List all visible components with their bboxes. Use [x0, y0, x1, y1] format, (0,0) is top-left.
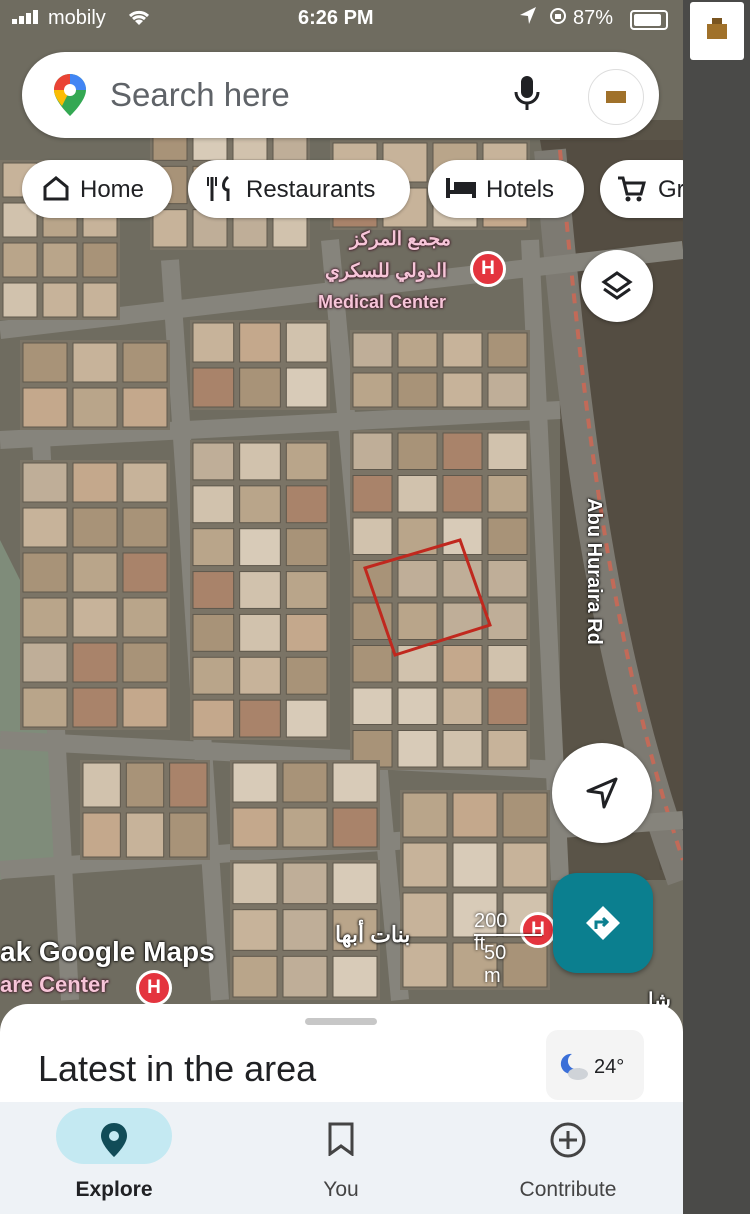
weather-moon-cloud-icon — [558, 1050, 590, 1087]
sheet-title: Latest in the area — [38, 1048, 317, 1089]
chip-hotels-label: Hotels — [486, 176, 555, 203]
map-label-medical-en: Medical Center — [318, 292, 447, 312]
nav-contribute[interactable]: Contribute — [488, 1102, 648, 1214]
scale-bar — [474, 934, 542, 936]
sheet-handle[interactable] — [305, 1018, 377, 1025]
rotation-lock-icon — [548, 6, 568, 32]
chip-groceries-label: Gr — [658, 176, 683, 203]
map-label-medical-ar-1: مجمع المركز — [350, 229, 451, 250]
chip-groceries[interactable]: Gr — [600, 160, 683, 218]
chip-home-label: Home — [80, 176, 145, 203]
my-location-button[interactable] — [552, 743, 652, 843]
scale-m: 50 m — [484, 942, 507, 987]
nav-contribute-label: Contribute — [519, 1178, 617, 1201]
directions-icon — [584, 904, 622, 947]
avatar-building-icon — [606, 91, 626, 103]
carrier-name: mobily — [48, 7, 106, 29]
chip-restaurants[interactable]: Restaurants — [188, 160, 410, 218]
directions-button[interactable] — [553, 873, 653, 973]
add-circle-icon — [550, 1122, 586, 1163]
weather-chip[interactable]: 24° — [546, 1030, 644, 1100]
profile-avatar[interactable] — [588, 69, 644, 125]
location-arrow-icon — [519, 6, 537, 32]
thumbnail-building-icon — [707, 18, 727, 39]
side-panel — [683, 0, 750, 1214]
status-time: 6:26 PM — [298, 7, 374, 29]
chip-home[interactable]: Home — [22, 160, 172, 218]
home-icon — [42, 174, 70, 209]
map-label-medical-ar-2: الدولي للسكري — [325, 261, 447, 282]
signal-icon — [12, 10, 44, 24]
hospital-marker-2[interactable]: H — [136, 970, 172, 1006]
battery-percent: 87% — [573, 7, 614, 29]
layers-icon — [601, 270, 633, 307]
search-bar[interactable]: Search here — [22, 52, 659, 138]
status-bar: mobily 6:26 PM 87% — [0, 0, 683, 38]
hotel-icon — [444, 174, 478, 209]
nav-explore[interactable]: Explore — [34, 1102, 194, 1214]
microphone-icon[interactable] — [512, 74, 542, 119]
search-placeholder[interactable]: Search here — [110, 76, 290, 114]
nav-you[interactable]: You — [261, 1102, 421, 1214]
chip-hotels[interactable]: Hotels — [428, 160, 584, 218]
hospital-marker-3[interactable]: H — [520, 912, 556, 948]
category-chips: Home Restaurants Hotels Gr — [0, 160, 683, 220]
hospital-marker[interactable]: H — [470, 251, 506, 287]
navigation-arrow-icon — [585, 776, 619, 815]
chip-restaurants-label: Restaurants — [246, 176, 376, 203]
map-label-left-top: ak Google Maps — [0, 936, 215, 967]
thumbnail[interactable] — [690, 2, 744, 60]
google-maps-logo-icon — [54, 74, 86, 121]
wifi-icon — [126, 7, 152, 33]
nav-you-label: You — [323, 1178, 359, 1201]
maps-screen: مجمع المركز الدولي للسكري Medical Center… — [0, 0, 683, 1214]
location-pin-icon — [100, 1122, 128, 1163]
nav-explore-label: Explore — [75, 1178, 153, 1201]
layers-button[interactable] — [581, 250, 653, 322]
map-label-place-ar: بنات أبها — [335, 922, 411, 947]
map-label-road: Abu Huraira Rd — [582, 498, 605, 645]
map-label-left-bottom: are Center — [0, 972, 109, 997]
restaurant-icon — [206, 174, 236, 211]
cart-icon — [616, 174, 646, 211]
weather-temp: 24° — [594, 1056, 625, 1078]
bookmark-icon — [328, 1122, 354, 1161]
bottom-navigation: Explore You Contribute — [0, 1102, 683, 1214]
battery-icon — [630, 10, 668, 30]
